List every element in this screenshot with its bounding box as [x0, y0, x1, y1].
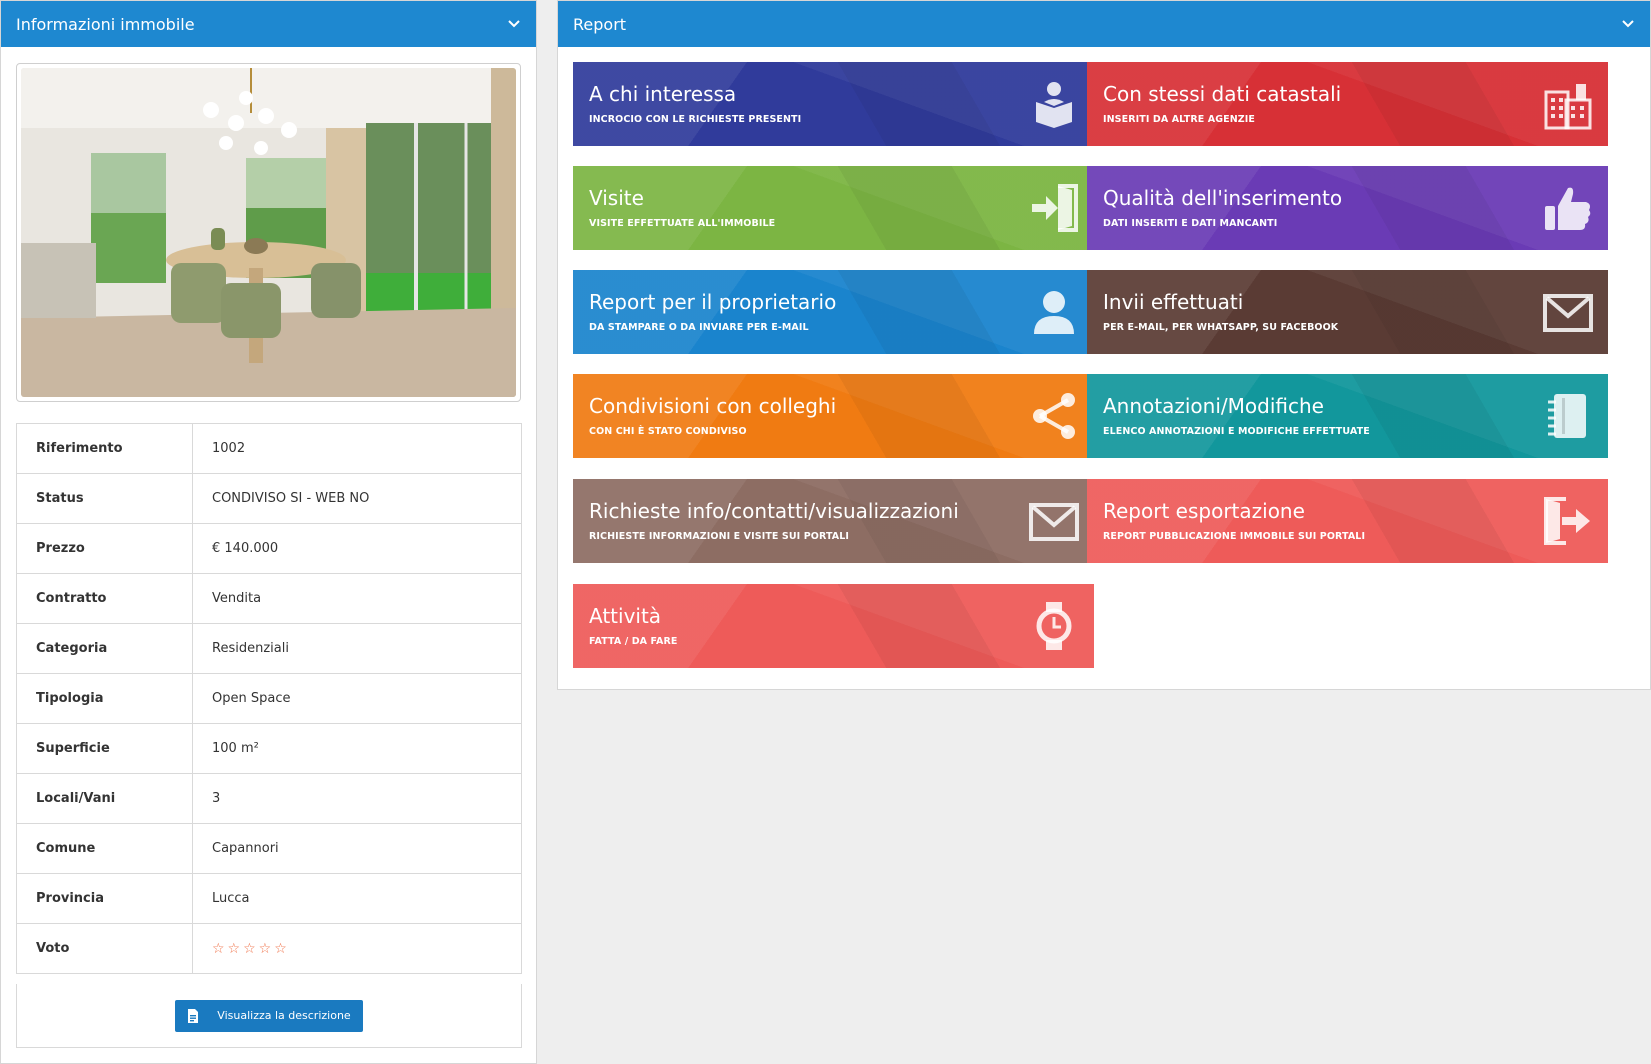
document-icon: [185, 1008, 201, 1024]
property-info-header[interactable]: Informazioni immobile: [1, 1, 536, 47]
info-label: Provincia: [16, 873, 193, 924]
view-description-button[interactable]: Visualizza la descrizione: [175, 999, 363, 1032]
report-tile[interactable]: Report per il proprietario DA STAMPARE O …: [573, 270, 1094, 354]
tile-title: Con stessi dati catastali: [1103, 82, 1342, 106]
tile-subtitle: REPORT PUBBLICAZIONE IMMOBILE SUI PORTAL…: [1103, 531, 1366, 542]
report-header[interactable]: Report: [558, 1, 1650, 47]
tile-subtitle: PER E-MAIL, PER WHATSAPP, SU FACEBOOK: [1103, 322, 1339, 333]
report-tile[interactable]: Richieste info/contatti/visualizzazioni R…: [573, 479, 1094, 563]
property-info-table: Riferimento 1002 Status CONDIVISO SI - WEB …: [16, 423, 522, 974]
property-info-panel: Informazioni immobile Riferimento 1002 S…: [0, 0, 537, 1064]
info-row: Locali/Vani 3: [16, 773, 522, 824]
report-tile[interactable]: Con stessi dati catastali INSERITI DA ALT…: [1087, 62, 1608, 146]
tile-title: Richieste info/contatti/visualizzazioni: [589, 499, 959, 523]
tile-title: Report per il proprietario: [589, 290, 837, 314]
notebook-icon: [1542, 390, 1594, 442]
watch-icon: [1028, 600, 1080, 652]
info-value: € 140.000: [192, 523, 522, 574]
info-label: Prezzo: [16, 523, 193, 574]
report-tile[interactable]: Condivisioni con colleghi CON CHI È STATO…: [573, 374, 1094, 458]
info-value: Capannori: [192, 823, 522, 874]
info-label: Contratto: [16, 573, 193, 624]
share-icon: [1028, 390, 1080, 442]
tile-subtitle: CON CHI È STATO CONDIVISO: [589, 426, 747, 437]
info-row: Status CONDIVISO SI - WEB NO: [16, 473, 522, 524]
info-row: Tipologia Open Space: [16, 673, 522, 724]
thumbs-up-icon: [1542, 182, 1594, 234]
info-row: Superficie 100 m²: [16, 723, 522, 774]
info-label: Locali/Vani: [16, 773, 193, 824]
tile-title: Report esportazione: [1103, 499, 1305, 523]
tile-subtitle: DATI INSERITI E DATI MANCANTI: [1103, 218, 1278, 229]
buildings-icon: [1542, 78, 1594, 130]
rating-stars: ☆☆☆☆☆: [192, 923, 522, 974]
info-label: Superficie: [16, 723, 193, 774]
info-row: Provincia Lucca: [16, 873, 522, 924]
info-value: 100 m²: [192, 723, 522, 774]
info-row: Contratto Vendita: [16, 573, 522, 624]
property-info-title: Informazioni immobile: [16, 14, 195, 34]
info-value: 3: [192, 773, 522, 824]
info-value: CONDIVISO SI - WEB NO: [192, 473, 522, 524]
info-value: Vendita: [192, 573, 522, 624]
sign-in-icon: [1028, 182, 1080, 234]
property-photo[interactable]: [21, 68, 516, 397]
report-tile[interactable]: Qualità dell'inserimento DATI INSERITI E …: [1087, 166, 1608, 250]
tile-subtitle: RICHIESTE INFORMAZIONI E VISITE SUI PORT…: [589, 531, 850, 542]
report-tile[interactable]: Annotazioni/Modifiche ELENCO ANNOTAZIONI …: [1087, 374, 1608, 458]
sign-out-icon: [1542, 495, 1594, 547]
description-button-row: Visualizza la descrizione: [16, 984, 522, 1048]
star-icons[interactable]: ☆☆☆☆☆: [212, 941, 290, 957]
chevron-down-icon[interactable]: [507, 17, 521, 31]
tile-subtitle: INCROCIO CON LE RICHIESTE PRESENTI: [589, 114, 802, 125]
info-value: 1002: [192, 423, 522, 474]
report-title: Report: [573, 14, 627, 34]
tile-title: Annotazioni/Modifiche: [1103, 394, 1324, 418]
tile-title: A chi interessa: [589, 82, 737, 106]
report-tile[interactable]: Visite VISITE EFFETTUATE ALL'IMMOBILE: [573, 166, 1094, 250]
info-row: Prezzo € 140.000: [16, 523, 522, 574]
tile-subtitle: VISITE EFFETTUATE ALL'IMMOBILE: [589, 218, 776, 229]
tile-title: Invii effettuati: [1103, 290, 1244, 314]
info-label: Voto: [16, 923, 193, 974]
tile-title: Attività: [589, 604, 662, 628]
tile-title: Condivisioni con colleghi: [589, 394, 837, 418]
info-label: Riferimento: [16, 423, 193, 474]
envelope-icon: [1028, 495, 1080, 547]
info-row: Riferimento 1002: [16, 423, 522, 474]
tile-subtitle: DA STAMPARE O DA INVIARE PER E-MAIL: [589, 322, 809, 333]
info-label: Tipologia: [16, 673, 193, 724]
chevron-down-icon[interactable]: [1621, 17, 1635, 31]
info-label: Categoria: [16, 623, 193, 674]
report-tile[interactable]: A chi interessa INCROCIO CON LE RICHIESTE…: [573, 62, 1094, 146]
report-tile[interactable]: Invii effettuati PER E-MAIL, PER WHATSAPP…: [1087, 270, 1608, 354]
tile-subtitle: ELENCO ANNOTAZIONI E MODIFICHE EFFETTUAT…: [1103, 426, 1370, 437]
view-description-label: Visualizza la descrizione: [217, 1009, 351, 1022]
report-tile[interactable]: Report esportazione REPORT PUBBLICAZIONE …: [1087, 479, 1608, 563]
info-label: Status: [16, 473, 193, 524]
envelope-icon: [1542, 286, 1594, 338]
user-icon: [1028, 286, 1080, 338]
tile-title: Visite: [589, 186, 644, 210]
tile-title: Qualità dell'inserimento: [1103, 186, 1343, 210]
info-row: Categoria Residenziali: [16, 623, 522, 674]
info-row: Comune Capannori: [16, 823, 522, 874]
report-tile[interactable]: Attività FATTA / DA FARE: [573, 584, 1094, 668]
person-reading-icon: [1028, 78, 1080, 130]
tile-subtitle: INSERITI DA ALTRE AGENZIE: [1103, 114, 1255, 125]
property-photo-frame: [16, 63, 521, 402]
tile-subtitle: FATTA / DA FARE: [589, 636, 678, 647]
info-row: Voto ☆☆☆☆☆: [16, 923, 522, 974]
info-value: Residenziali: [192, 623, 522, 674]
info-value: Lucca: [192, 873, 522, 924]
report-panel: Report A chi interessa INCROCIO CON LE RI…: [557, 0, 1651, 690]
info-value: Open Space: [192, 673, 522, 724]
info-label: Comune: [16, 823, 193, 874]
